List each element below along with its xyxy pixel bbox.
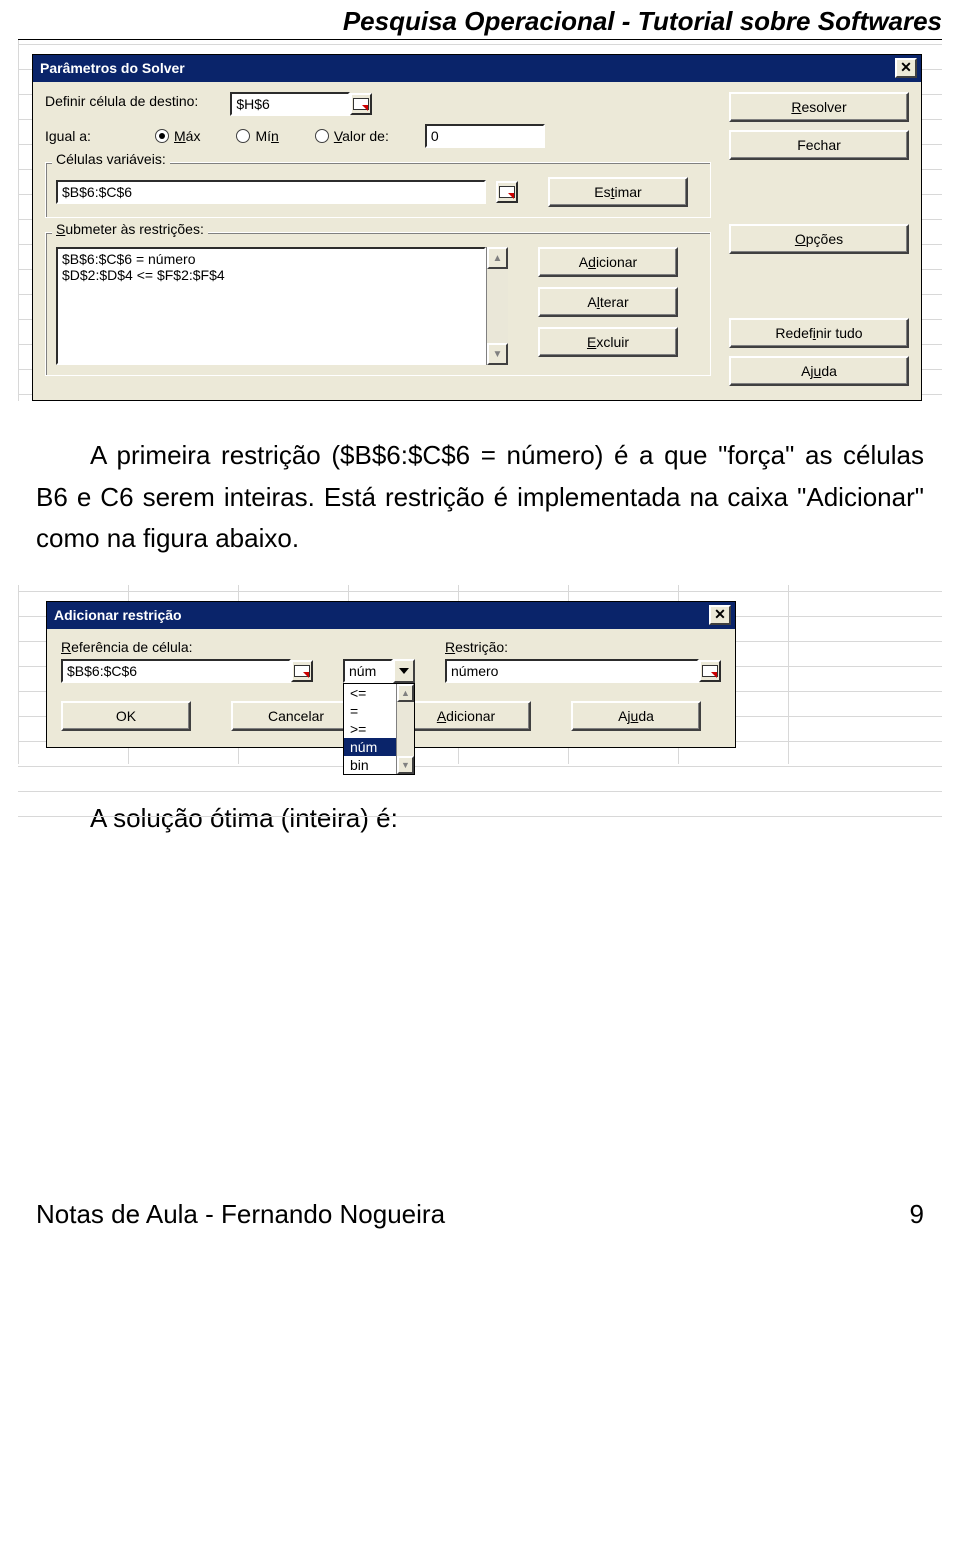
close-icon[interactable]: ✕ xyxy=(709,605,731,625)
constraint-line: $B$6:$C$6 = número xyxy=(62,251,480,267)
solver-figure: Parâmetros do Solver ✕ Definir célula de… xyxy=(18,40,942,401)
range-picker-icon[interactable] xyxy=(291,660,313,682)
add-button[interactable]: AdicionarAdicionar xyxy=(401,701,531,731)
add-constraint-dialog: Adicionar restrição ✕ Referência de célu… xyxy=(46,601,736,748)
help-button[interactable]: AjudaAjuda xyxy=(571,701,701,731)
scroll-down-icon[interactable]: ▼ xyxy=(487,343,508,365)
close-button[interactable]: Fechar xyxy=(729,130,909,160)
change-constraint-button[interactable]: AlterarAlterar xyxy=(538,287,678,317)
constraint-line: $D$2:$D$4 <= $F$2:$F$4 xyxy=(62,267,480,283)
target-cell-input[interactable]: $H$6 xyxy=(230,92,350,116)
range-picker-icon[interactable] xyxy=(699,660,721,682)
operator-dropdown[interactable]: <= = >= núm bin ▲ ▼ xyxy=(343,683,415,775)
page-number: 9 xyxy=(910,1199,924,1230)
paragraph-1: A primeira restrição ($B$6:$C$6 = número… xyxy=(36,435,924,560)
radio-min[interactable]: MínMín xyxy=(236,128,278,144)
constraint-label: Restrição:Restrição: xyxy=(445,639,721,655)
cell-reference-input[interactable]: $B$6:$C$6 xyxy=(61,659,291,683)
changing-cells-legend: Células variáveis: xyxy=(52,151,170,167)
cancel-button[interactable]: Cancelar xyxy=(231,701,361,731)
changing-cells-input[interactable]: $B$6:$C$6 xyxy=(56,180,486,204)
radio-max[interactable]: MMáxáx xyxy=(155,128,200,144)
ok-button[interactable]: OK xyxy=(61,701,191,731)
solver-dialog: Parâmetros do Solver ✕ Definir célula de… xyxy=(32,54,922,401)
delete-constraint-button[interactable]: ExcluirExcluir xyxy=(538,327,678,357)
dropdown-scrollbar[interactable]: ▲ ▼ xyxy=(396,684,414,774)
estimate-button[interactable]: EstimarEstimar xyxy=(548,177,688,207)
changing-cells-group: Células variáveis: $B$6:$C$6 EstimarEsti… xyxy=(45,162,711,218)
help-button[interactable]: AjudaAjuda xyxy=(729,356,909,386)
add-constraint-button[interactable]: AdicionarAdicionar xyxy=(538,247,678,277)
listbox-scrollbar[interactable]: ▲ ▼ xyxy=(486,247,508,365)
cell-reference-label: Referência de célula:Referência de célul… xyxy=(61,639,321,655)
constraints-legend: Submeter às restrições:Submeter às restr… xyxy=(52,221,208,237)
dialog-title: Adicionar restrição xyxy=(54,607,182,623)
scroll-up-icon[interactable]: ▲ xyxy=(397,684,414,702)
close-icon[interactable]: ✕ xyxy=(895,58,917,78)
equal-to-label: Igual a: xyxy=(45,128,145,144)
scroll-up-icon[interactable]: ▲ xyxy=(487,247,508,269)
footer-left: Notas de Aula - Fernando Nogueira xyxy=(36,1199,445,1230)
radio-value-of[interactable]: Valor de:Valor de: xyxy=(315,128,389,144)
operator-select[interactable]: núm xyxy=(343,659,423,683)
dialog-titlebar[interactable]: Parâmetros do Solver ✕ xyxy=(33,55,921,82)
range-picker-icon[interactable] xyxy=(350,93,372,115)
add-constraint-figure: Adicionar restrição ✕ Referência de célu… xyxy=(18,585,942,764)
constraint-value-input[interactable]: número xyxy=(445,659,699,683)
solve-button[interactable]: ResolverResolver xyxy=(729,92,909,122)
page-header: Pesquisa Operacional - Tutorial sobre So… xyxy=(18,0,942,41)
constraints-listbox[interactable]: $B$6:$C$6 = número $D$2:$D$4 <= $F$2:$F$… xyxy=(56,247,486,365)
dialog-titlebar[interactable]: Adicionar restrição ✕ xyxy=(47,602,735,629)
paragraph-2: A solução ótima (inteira) é: xyxy=(36,798,924,840)
options-button[interactable]: OpçõesOpções xyxy=(729,224,909,254)
dialog-title: Parâmetros do Solver xyxy=(40,60,185,76)
chevron-down-icon[interactable] xyxy=(393,659,415,683)
constraints-group: Submeter às restrições:Submeter às restr… xyxy=(45,232,711,376)
reset-all-button[interactable]: Redefinir tudoRedefinir tudo xyxy=(729,318,909,348)
value-of-input[interactable]: 0 xyxy=(425,124,545,148)
target-cell-label: Definir célula de destino: xyxy=(45,93,198,109)
range-picker-icon[interactable] xyxy=(496,181,518,203)
scroll-down-icon[interactable]: ▼ xyxy=(397,756,414,774)
